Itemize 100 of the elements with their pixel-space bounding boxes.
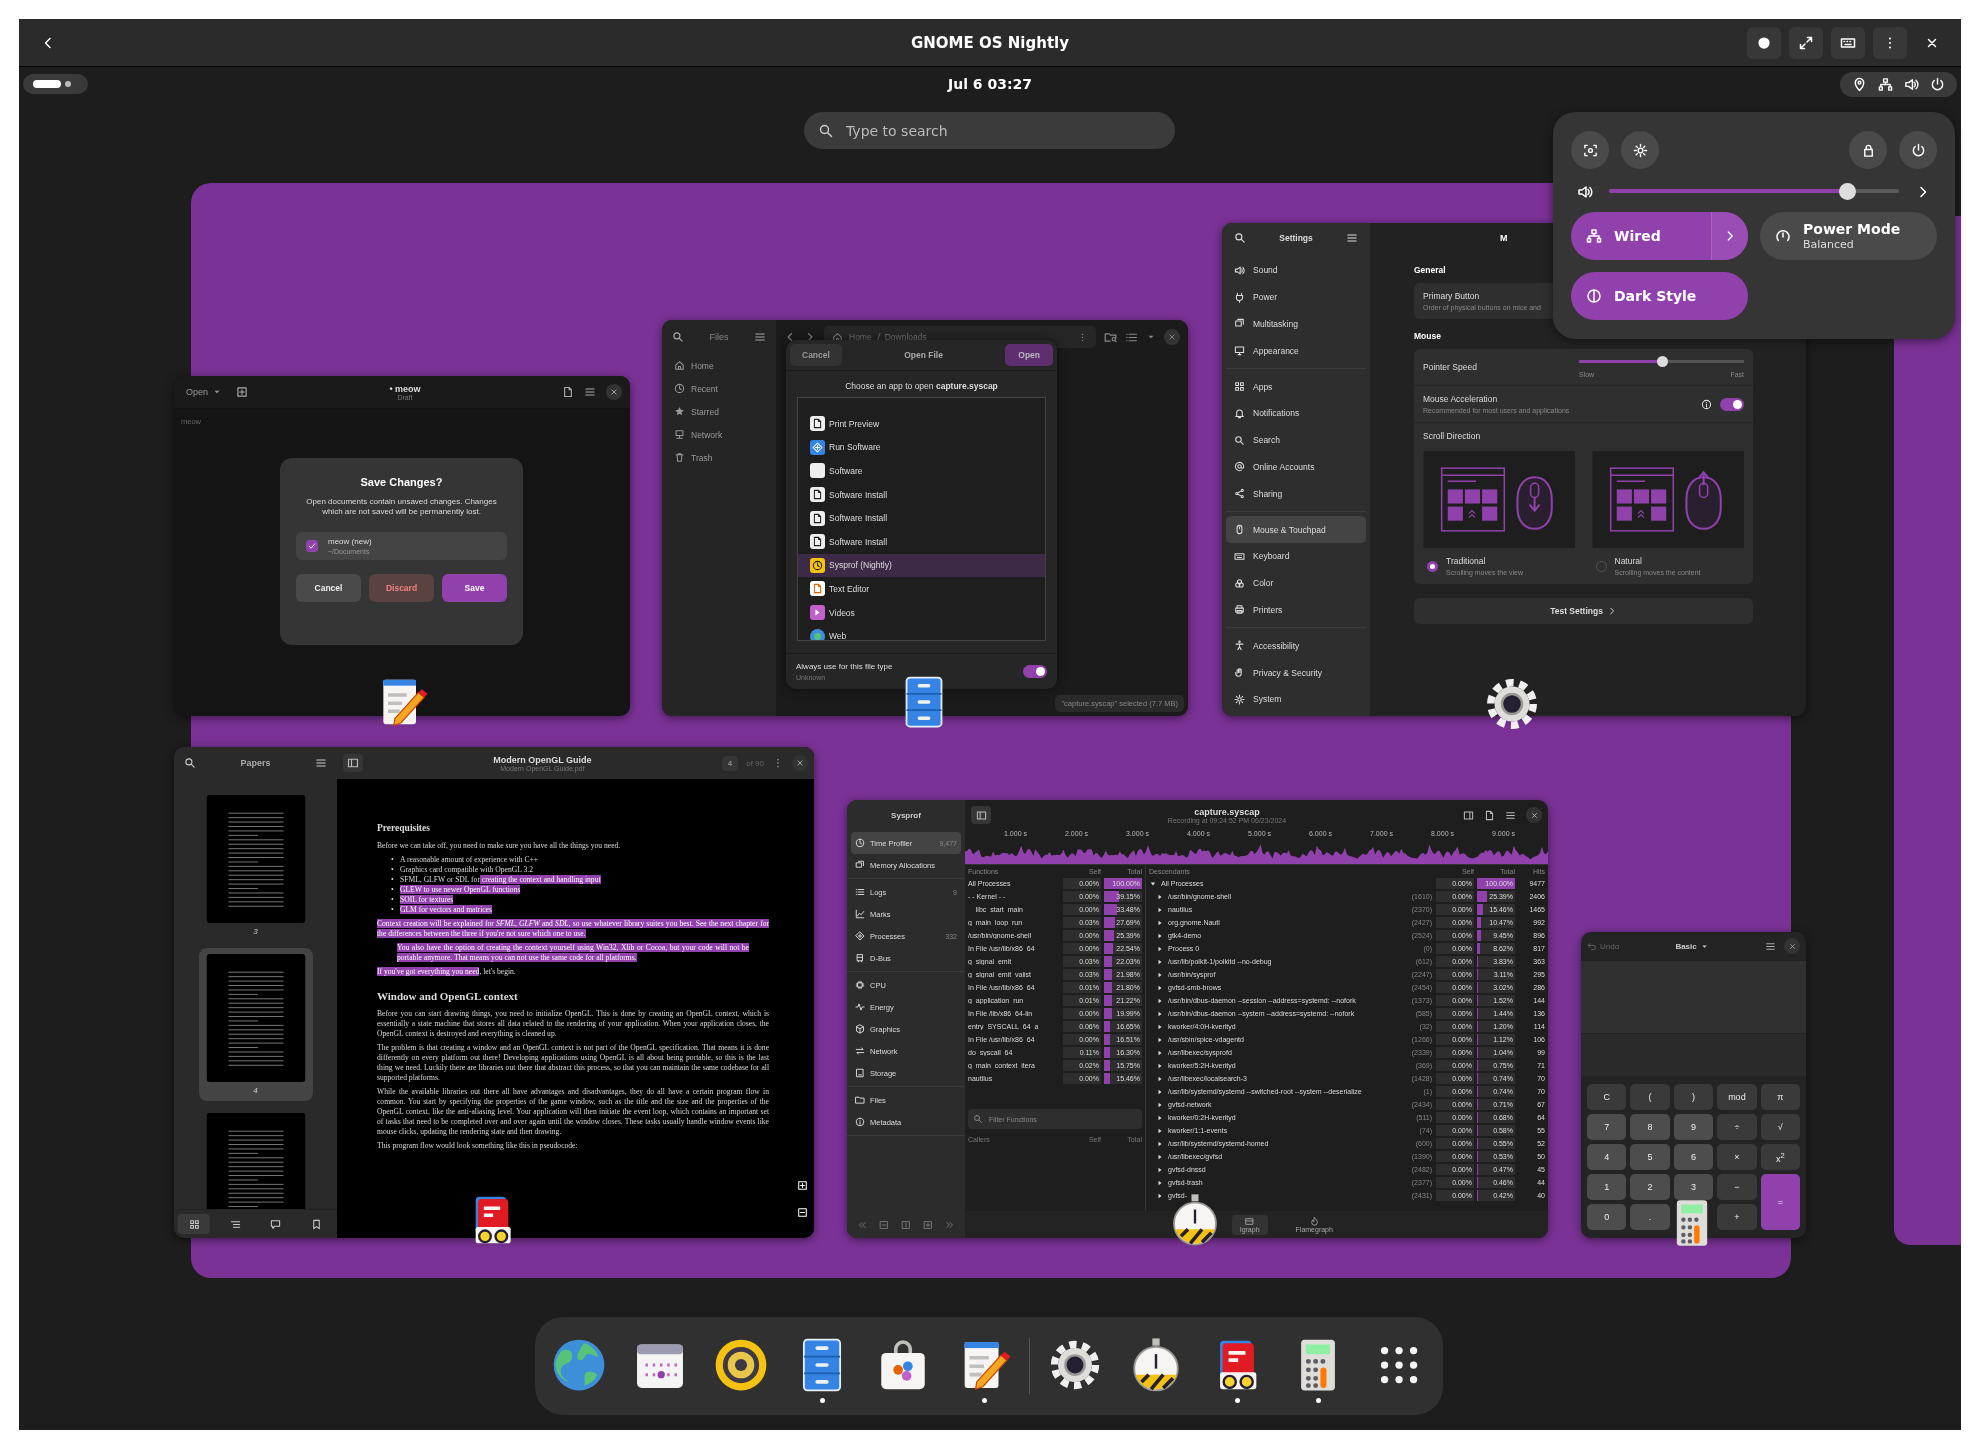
calculator-key[interactable]: − xyxy=(1717,1174,1757,1200)
sidebar-item[interactable]: Trash xyxy=(662,446,776,469)
record-button[interactable] xyxy=(1747,26,1781,59)
calculator-key[interactable]: x$^{2}$ xyxy=(1760,1144,1800,1170)
files-window[interactable] xyxy=(662,320,1188,716)
keyboard-button[interactable] xyxy=(1831,26,1865,59)
calculator-key[interactable]: ( xyxy=(1630,1084,1670,1110)
calculator-key[interactable]: 9 xyxy=(1673,1114,1714,1140)
sidebar-item[interactable]: Accessibility xyxy=(1226,632,1366,660)
dark-style-toggle[interactable]: Dark Style xyxy=(1571,272,1748,320)
app-list-item[interactable]: Sysprof (Nightly) xyxy=(798,553,1045,578)
app-list-item[interactable]: Videos xyxy=(798,600,1045,625)
calculator-key[interactable]: mod xyxy=(1717,1084,1757,1110)
calculator-key[interactable]: . xyxy=(1630,1204,1670,1230)
zoom-in-button[interactable] xyxy=(797,1180,808,1191)
page-number-field[interactable]: 4 xyxy=(721,755,739,771)
discard-button[interactable]: Discard xyxy=(369,573,434,602)
graph-icon[interactable] xyxy=(1245,1216,1255,1226)
cancel-button[interactable]: Cancel xyxy=(790,344,842,366)
calculator-key[interactable]: 1 xyxy=(1587,1174,1627,1200)
folder-search-icon[interactable] xyxy=(1104,330,1117,344)
calculator-key[interactable]: C xyxy=(1587,1084,1627,1110)
sidebar-item[interactable]: Search xyxy=(1226,426,1366,454)
flame-icon[interactable] xyxy=(1309,1216,1319,1226)
thumbnails-tab[interactable] xyxy=(178,1214,211,1234)
menu-icon[interactable] xyxy=(1505,809,1516,821)
open-button[interactable]: Open xyxy=(1005,344,1053,366)
sidebar-item[interactable]: Keyboard xyxy=(1226,542,1366,570)
power-icon[interactable] xyxy=(1910,142,1926,158)
search-input[interactable]: Type to search xyxy=(844,121,1161,140)
sidebar-item[interactable]: Recent xyxy=(662,377,776,400)
calculator-key[interactable]: 0 xyxy=(1587,1204,1627,1230)
sidebar-item[interactable]: System xyxy=(1226,685,1366,713)
activities-indicator[interactable] xyxy=(23,74,88,94)
zoom-reset-icon[interactable] xyxy=(901,1220,911,1230)
menu-icon[interactable] xyxy=(1765,940,1776,952)
menu-icon[interactable] xyxy=(1346,232,1358,244)
zoom-out-button[interactable] xyxy=(797,1207,808,1218)
search-icon[interactable] xyxy=(672,331,684,343)
sidebar-item[interactable]: Online Accounts xyxy=(1226,453,1366,481)
new-tab-icon[interactable] xyxy=(236,386,249,398)
power-mode-toggle[interactable]: Power Mode Balanced xyxy=(1760,212,1937,260)
calculator-key[interactable]: = xyxy=(1760,1174,1800,1230)
app-list-item[interactable]: Software Install xyxy=(798,529,1045,554)
zoom-out-icon[interactable] xyxy=(879,1220,889,1230)
save-button[interactable]: Save xyxy=(442,573,507,602)
calculator-key[interactable]: 5 xyxy=(1630,1144,1670,1170)
app-list-item[interactable]: Web xyxy=(798,624,1045,640)
sidebar-icon[interactable] xyxy=(1463,809,1474,821)
volume-slider[interactable] xyxy=(1609,183,1899,200)
sidebar-icon[interactable] xyxy=(347,757,359,769)
search-icon[interactable] xyxy=(184,757,196,769)
sidebar-item[interactable]: Appearance xyxy=(1226,337,1366,365)
calculator-key[interactable]: 3 xyxy=(1673,1174,1714,1200)
app-list-item[interactable]: Software xyxy=(798,459,1045,483)
page-thumbnail[interactable]: 4 xyxy=(198,948,313,1101)
settings-icon[interactable] xyxy=(1632,142,1648,158)
sidebar-item[interactable]: Starred xyxy=(662,400,776,423)
checkbox[interactable] xyxy=(306,539,318,552)
lock-button[interactable] xyxy=(1849,131,1887,169)
sidebar-item[interactable]: Power xyxy=(1226,283,1366,311)
app-list-item[interactable]: Print Preview xyxy=(798,412,1045,436)
settings-button[interactable] xyxy=(1621,131,1659,169)
sidebar-item[interactable]: Apps xyxy=(1226,373,1366,400)
clock[interactable]: Jul 6 03:27 xyxy=(948,76,1032,92)
scroll-illustration-drawing[interactable] xyxy=(1591,451,1744,548)
test-settings-button[interactable]: Test Settings xyxy=(1414,598,1753,624)
calculator-key[interactable]: ÷ xyxy=(1717,1114,1757,1140)
document-icon[interactable] xyxy=(562,386,574,398)
toggle-switch[interactable] xyxy=(1720,397,1744,411)
app-list-item[interactable]: Software Install xyxy=(798,506,1045,530)
sidebar-item[interactable]: Sound xyxy=(1226,257,1366,284)
sidebar-toggle-button[interactable] xyxy=(971,806,991,824)
input-field[interactable] xyxy=(1581,1032,1806,1076)
scroll-illustration-drawing[interactable] xyxy=(1423,451,1576,548)
calculator-key[interactable]: 6 xyxy=(1673,1144,1714,1170)
fullscreen-button[interactable] xyxy=(1789,26,1823,59)
calculator-key[interactable]: 2 xyxy=(1630,1174,1670,1200)
search-field[interactable]: Type to search xyxy=(804,112,1175,149)
calculator-key[interactable]: × xyxy=(1717,1144,1757,1170)
calculator-key[interactable]: π xyxy=(1760,1084,1800,1110)
app-list-item[interactable]: Run Software xyxy=(798,435,1045,460)
sidebar-item[interactable]: Printers xyxy=(1226,596,1366,624)
sidebar-item[interactable]: Color xyxy=(1226,569,1366,597)
sidebar-item[interactable]: Mouse & Touchpad xyxy=(1226,516,1366,543)
toggle-switch[interactable] xyxy=(1023,665,1047,678)
wired-toggle[interactable]: Wired xyxy=(1571,212,1748,260)
sidebar-item[interactable]: Home xyxy=(662,354,776,377)
calculator-key[interactable]: √ xyxy=(1760,1114,1800,1140)
document-viewer-window[interactable] xyxy=(174,747,814,1238)
power-button[interactable] xyxy=(1899,131,1937,169)
app-list-item[interactable]: Software Install xyxy=(798,482,1045,507)
open-button[interactable]: Open xyxy=(182,385,227,399)
sidebar-item[interactable]: Multitasking xyxy=(1226,310,1366,338)
profiler-window[interactable] xyxy=(847,800,1548,1238)
calculator-key[interactable]: 8 xyxy=(1630,1114,1670,1140)
zoom-in-icon[interactable] xyxy=(923,1220,933,1230)
calculator-key[interactable]: 4 xyxy=(1587,1144,1627,1170)
close-button[interactable] xyxy=(1784,938,1800,955)
settings-window[interactable] xyxy=(1222,223,1806,716)
